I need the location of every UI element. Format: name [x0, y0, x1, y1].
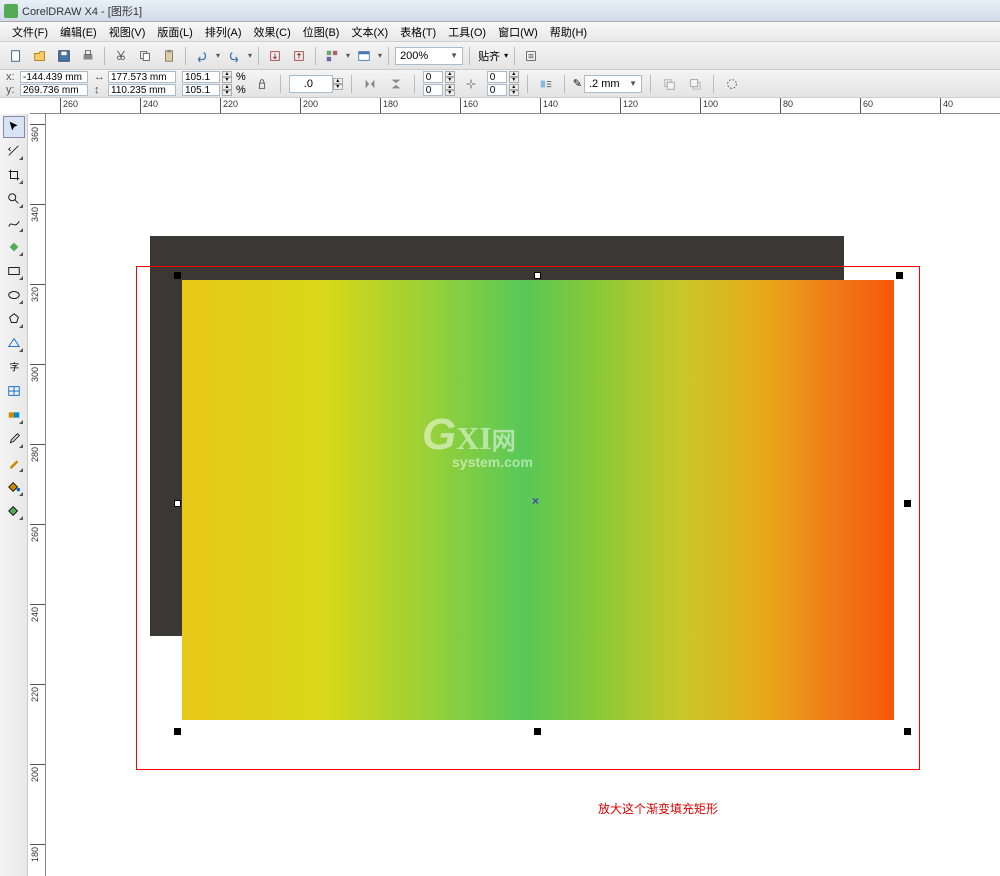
options-button[interactable]	[521, 46, 541, 66]
fill-tool[interactable]	[3, 476, 25, 498]
freehand-tool[interactable]	[3, 212, 25, 234]
paste-button[interactable]	[159, 46, 179, 66]
outline-tool[interactable]	[3, 452, 25, 474]
corner-lock-button[interactable]	[461, 74, 481, 94]
standard-toolbar: ▾ ▾ ▾ ▾ 200%▼ 贴齐▾	[0, 42, 1000, 70]
width-input[interactable]	[108, 71, 176, 83]
zoom-tool[interactable]	[3, 188, 25, 210]
new-button[interactable]	[6, 46, 26, 66]
scale-inputs: ▴▾% ▴▾%	[182, 71, 246, 96]
svg-text:字: 字	[9, 362, 19, 374]
canvas[interactable]: GGXI网XI网 system.com × 放大这个渐变填充矩形	[46, 114, 1000, 876]
to-back-button[interactable]	[685, 74, 705, 94]
rotation-input[interactable]	[289, 75, 333, 93]
menu-arrange[interactable]: 排列(A)	[199, 22, 248, 42]
menu-effects[interactable]: 效果(C)	[248, 22, 297, 42]
polygon-tool[interactable]	[3, 308, 25, 330]
ruler-vertical[interactable]: 360 340 320 300 280 260 240 220 200 180	[30, 114, 46, 876]
redo-button[interactable]	[224, 46, 244, 66]
annotation-text: 放大这个渐变填充矩形	[598, 800, 718, 817]
y-input[interactable]	[20, 84, 88, 96]
height-input[interactable]	[108, 84, 176, 96]
scale-x-input[interactable]	[182, 71, 220, 83]
menu-edit[interactable]: 编辑(E)	[54, 22, 103, 42]
corner-b-input[interactable]	[423, 84, 443, 96]
pen-icon: ✎	[573, 77, 582, 90]
x-input[interactable]	[20, 71, 88, 83]
position-coords: x: y:	[6, 71, 88, 96]
lock-ratio-button[interactable]	[252, 74, 272, 94]
menu-text[interactable]: 文本(X)	[345, 22, 394, 42]
basic-shapes-tool[interactable]	[3, 332, 25, 354]
pick-tool[interactable]	[3, 116, 25, 138]
titlebar: CorelDRAW X4 - [图形1]	[0, 0, 1000, 22]
save-button[interactable]	[54, 46, 74, 66]
zoom-value: 200%	[400, 50, 428, 62]
open-button[interactable]	[30, 46, 50, 66]
crop-tool[interactable]	[3, 164, 25, 186]
text-tool[interactable]: 字	[3, 356, 25, 378]
print-button[interactable]	[78, 46, 98, 66]
menu-file[interactable]: 文件(F)	[6, 22, 54, 42]
menu-table[interactable]: 表格(T)	[394, 22, 442, 42]
corner-d-input[interactable]	[487, 84, 507, 96]
ruler-horizontal[interactable]: 260 240 220 200 180 160 140 120 100 80 6…	[30, 98, 1000, 114]
export-button[interactable]	[289, 46, 309, 66]
window-title: CorelDRAW X4 - [图形1]	[22, 3, 142, 19]
menu-layout[interactable]: 版面(L)	[151, 22, 198, 42]
table-tool[interactable]	[3, 380, 25, 402]
snap-dropdown[interactable]: 贴齐▾	[476, 48, 508, 64]
scale-y-input[interactable]	[182, 84, 220, 96]
toolbox: 字	[0, 114, 28, 876]
menu-help[interactable]: 帮助(H)	[544, 22, 593, 42]
annotation-box	[136, 266, 920, 770]
import-button[interactable]	[265, 46, 285, 66]
convert-curves-button[interactable]	[722, 74, 742, 94]
interactive-tool[interactable]	[3, 404, 25, 426]
zoom-select[interactable]: 200%▼	[395, 47, 463, 65]
smart-fill-tool[interactable]	[3, 236, 25, 258]
wrap-text-button[interactable]	[536, 74, 556, 94]
to-front-button[interactable]	[659, 74, 679, 94]
menu-bitmap[interactable]: 位图(B)	[297, 22, 346, 42]
eyedropper-tool[interactable]	[3, 428, 25, 450]
app-icon	[4, 4, 18, 18]
corner-a-input[interactable]	[423, 71, 443, 83]
property-bar: x: y: ↔ ↕ ▴▾% ▴▾% ⟳▴▾ ▴▾ ▴▾ ▴▾ ▴▾ ✎ .2 m…	[0, 70, 1000, 98]
ellipse-tool[interactable]	[3, 284, 25, 306]
mirror-v-button[interactable]	[386, 74, 406, 94]
interactive-fill-tool[interactable]	[3, 500, 25, 522]
menu-window[interactable]: 窗口(W)	[492, 22, 544, 42]
shape-tool[interactable]	[3, 140, 25, 162]
size-inputs: ↔ ↕	[94, 71, 176, 96]
app-launcher-button[interactable]	[322, 46, 342, 66]
cut-button[interactable]	[111, 46, 131, 66]
mirror-h-button[interactable]	[360, 74, 380, 94]
welcome-button[interactable]	[354, 46, 374, 66]
rectangle-tool[interactable]	[3, 260, 25, 282]
undo-button[interactable]	[192, 46, 212, 66]
menu-tools[interactable]: 工具(O)	[442, 22, 492, 42]
copy-button[interactable]	[135, 46, 155, 66]
outline-width-select[interactable]: ✎ .2 mm▼	[573, 75, 642, 93]
menubar: 文件(F) 编辑(E) 视图(V) 版面(L) 排列(A) 效果(C) 位图(B…	[0, 22, 1000, 42]
menu-view[interactable]: 视图(V)	[103, 22, 152, 42]
corner-c-input[interactable]	[487, 71, 507, 83]
